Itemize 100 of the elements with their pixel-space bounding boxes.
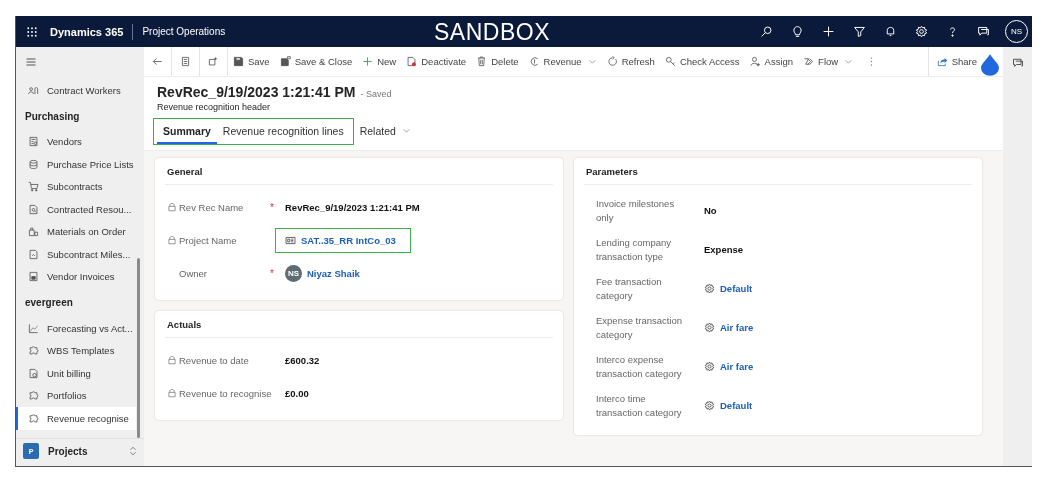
field-label: Rev Rec Name (179, 200, 244, 215)
tab[interactable]: Related (353, 119, 417, 144)
lightbulb-icon[interactable] (791, 25, 804, 38)
item-icon (28, 390, 39, 402)
sidebar-item[interactable]: Unit billing (16, 362, 136, 385)
settings-icon[interactable] (915, 25, 928, 38)
notification-icon[interactable] (884, 25, 897, 38)
field-label: Revenue to recognise (179, 386, 272, 401)
field-value: £600.32 (285, 355, 320, 366)
command-button[interactable]: Flow (798, 50, 859, 73)
command-button[interactable]: Deactivate (401, 50, 472, 73)
lookup-link[interactable]: Air fare (720, 322, 754, 333)
sidebar-item[interactable]: Subcontracts (16, 175, 136, 198)
command-button[interactable]: Assign (744, 50, 799, 73)
section-title: Actuals (166, 318, 203, 330)
item-icon (28, 322, 39, 334)
item-icon (28, 181, 39, 193)
command-icon (406, 56, 418, 67)
required-mark: * (270, 202, 274, 213)
lookup-link[interactable]: Default (720, 400, 753, 411)
field-label: Revenue to date (179, 353, 249, 368)
lookup-link[interactable]: Default (720, 283, 753, 294)
item-icon (28, 203, 39, 215)
entity-name: Revenue recognition header (157, 102, 272, 112)
command-button[interactable]: Refresh (601, 50, 660, 73)
field-label: Expense transaction category (596, 313, 684, 342)
lock-icon (167, 235, 177, 246)
caret-icon (844, 57, 854, 66)
sidebar-item[interactable]: Subcontract Miles... (16, 243, 136, 266)
command-icon (664, 56, 676, 67)
command-button[interactable]: New (357, 50, 402, 73)
field-value: £0.00 (285, 388, 309, 399)
gear-icon (704, 322, 715, 333)
sidebar-item[interactable]: Revenue recognise (16, 407, 136, 430)
share-icon (936, 56, 948, 67)
chat-icon[interactable] (1011, 57, 1024, 69)
search-icon[interactable] (760, 25, 773, 38)
command-button[interactable]: Save & Close (274, 50, 358, 73)
command-icon (279, 56, 291, 67)
item-icon (28, 412, 39, 424)
tab[interactable]: Summary (157, 119, 217, 144)
field-label: Interco expense transaction category (596, 352, 683, 381)
form-icon[interactable] (180, 56, 191, 67)
command-button[interactable]: Delete (471, 50, 524, 73)
share-button[interactable]: Share (927, 47, 1003, 76)
command-button[interactable]: Save (228, 50, 275, 73)
command-icon (528, 56, 540, 67)
lookup-link[interactable]: SAT..35_RR IntCo_03 (301, 235, 396, 246)
sidebar-item[interactable]: Contract Workers (16, 79, 136, 102)
gear-icon (704, 361, 715, 372)
environment-label: SANDBOX (434, 19, 550, 46)
section-title: Parameters (585, 165, 639, 177)
field-value: Expense (704, 244, 744, 255)
user-avatar: NS (285, 265, 302, 282)
caret-icon (587, 57, 597, 66)
item-icon (28, 136, 39, 148)
popout-icon[interactable] (208, 56, 219, 67)
item-icon (28, 226, 39, 238)
record-title: RevRec_9/19/2023 1:21:41 PM (157, 84, 356, 100)
sidebar-item[interactable]: Forecasting vs Act... (16, 317, 136, 340)
app-launcher-icon[interactable] (26, 25, 38, 38)
gear-icon (704, 400, 715, 411)
item-icon (28, 158, 39, 170)
back-icon[interactable] (152, 56, 163, 67)
command-button[interactable]: Revenue (523, 50, 602, 73)
chat-icon[interactable] (977, 25, 990, 38)
save-status: - Saved (360, 89, 392, 99)
area-label: Projects (48, 445, 88, 457)
field-label: Fee transaction category (596, 274, 663, 303)
lookup-link[interactable]: Air fare (720, 361, 754, 372)
sidebar-section-title: Purchasing (24, 109, 81, 124)
field-value: No (704, 205, 717, 216)
drop-marker (981, 53, 999, 76)
field-label: Owner (179, 266, 207, 281)
sidebar-item[interactable]: Vendor Invoices (16, 265, 136, 288)
command-button[interactable]: Check Access (659, 50, 745, 73)
required-mark: * (270, 268, 274, 279)
caret-icon (401, 126, 411, 135)
sidebar-item[interactable]: Materials on Order (16, 220, 136, 243)
tab[interactable]: Revenue recognition lines (216, 119, 350, 144)
app-name[interactable]: Dynamics 365 (50, 25, 124, 38)
command-icon (803, 56, 815, 67)
item-icon (28, 248, 39, 260)
filter-icon[interactable] (853, 25, 866, 38)
chevron-icon (128, 446, 138, 456)
sidebar-item[interactable]: Purchase Price Lists (16, 153, 136, 176)
command-icon (233, 56, 244, 67)
command-icon (749, 56, 761, 67)
user-link[interactable]: Niyaz Shaik (307, 268, 360, 279)
sidebar-item[interactable]: Vendors (16, 130, 136, 153)
plus-icon[interactable] (822, 25, 835, 38)
sidebar-item[interactable]: Contracted Resou... (16, 198, 136, 221)
command-icon (476, 56, 488, 67)
field-label: Project Name (179, 233, 237, 248)
lock-icon (167, 355, 177, 366)
sidebar-item[interactable]: WBS Templates (16, 339, 136, 362)
area-name[interactable]: Project Operations (142, 26, 226, 37)
sidebar-item[interactable]: Portfolios (16, 384, 136, 407)
field-label: Interco time transaction category (596, 391, 683, 420)
sidebar-section-title: evergreen (24, 296, 74, 310)
